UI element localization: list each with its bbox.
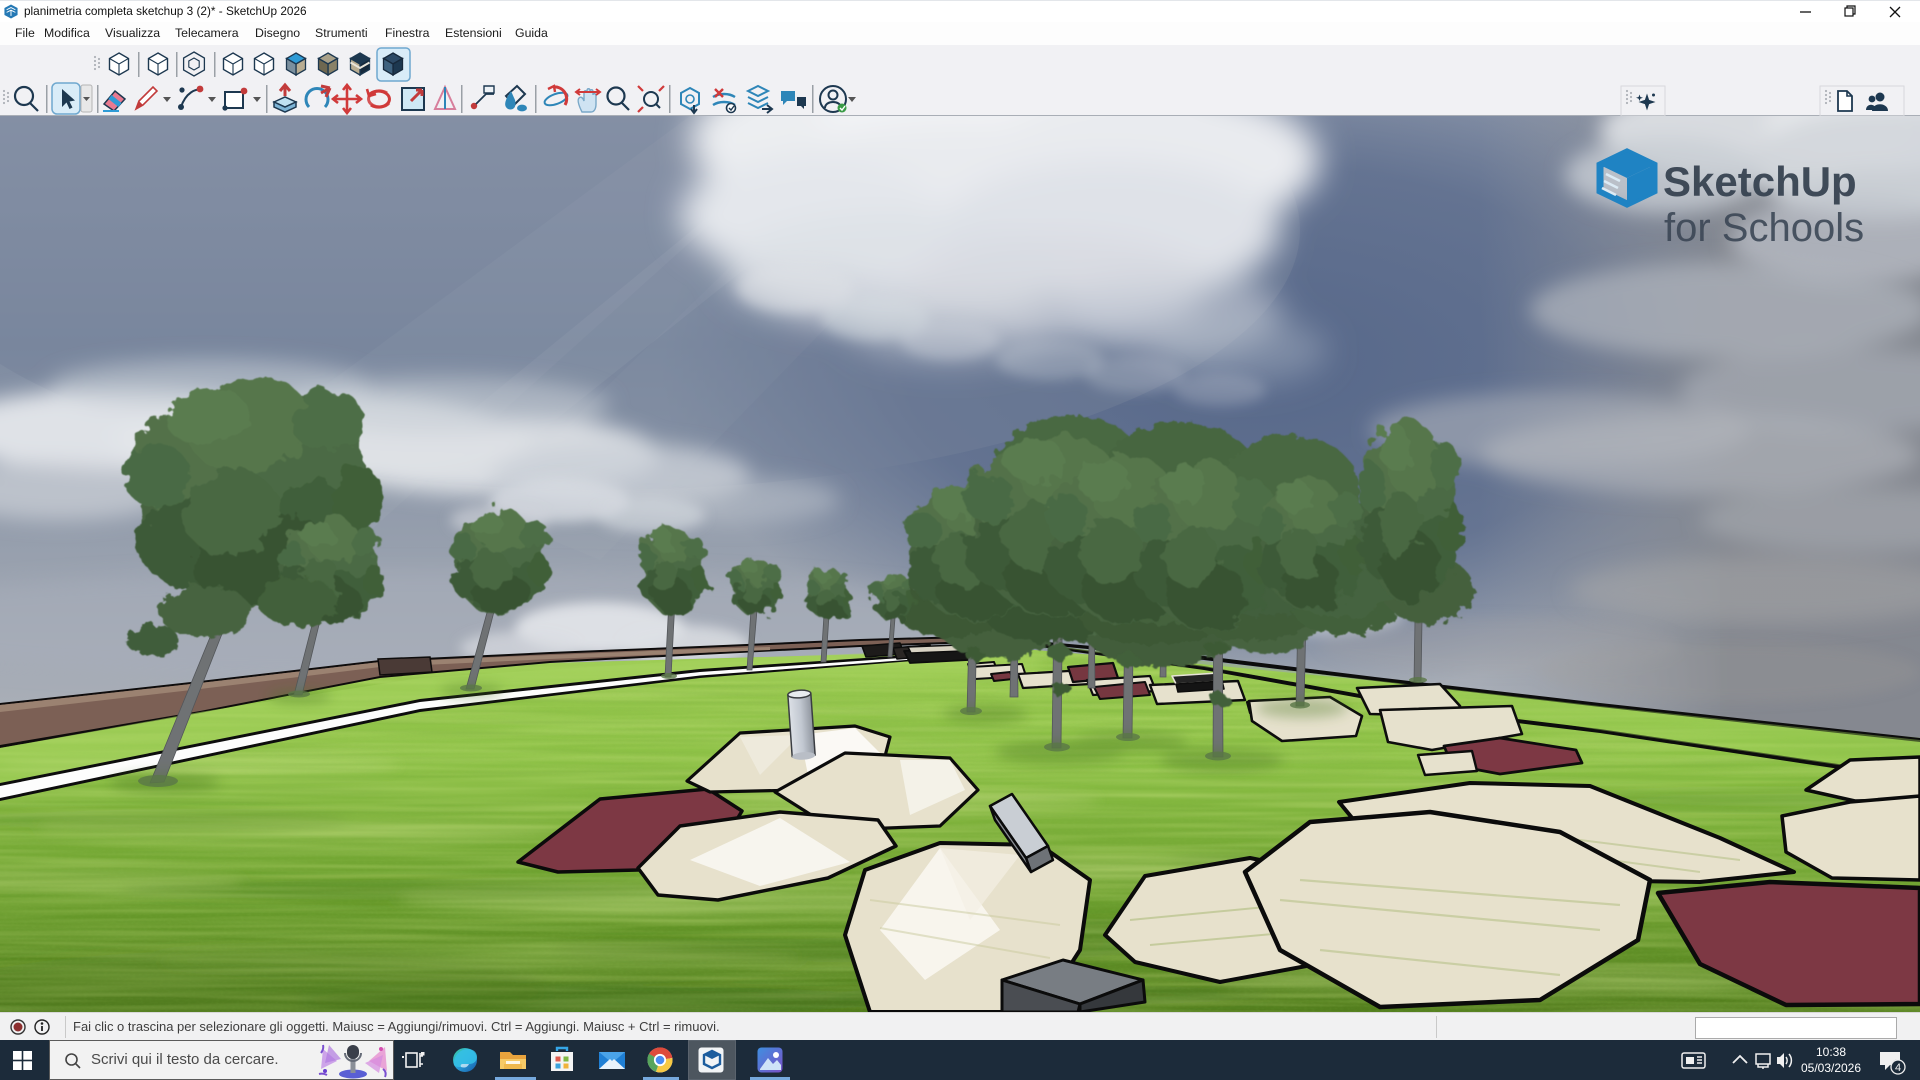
svg-text:for Schools: for Schools [1664, 206, 1864, 250]
svg-text:SketchUp: SketchUp [1663, 158, 1857, 205]
svg-text:4: 4 [1895, 1062, 1901, 1074]
